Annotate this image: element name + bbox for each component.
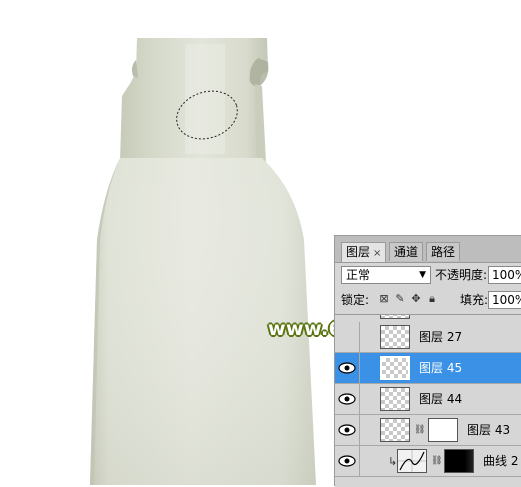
layer-row-43[interactable]: ⛓ 图层 43 [335,415,521,446]
layer-thumbnail [380,418,410,442]
eye-icon [338,362,356,374]
layer-thumbnail [380,356,410,380]
blend-mode-select[interactable]: 正常 ▼ [341,266,431,284]
tab-close-icon[interactable]: × [373,248,381,259]
visibility-toggle[interactable] [335,415,360,446]
eye-icon [338,455,356,467]
layer-name: 图层 27 [419,330,463,344]
layer-thumbnail [380,325,410,349]
visibility-toggle[interactable] [335,353,360,384]
opacity-label: 不透明度: [435,268,488,282]
layer-row-45[interactable]: 图层 45 [335,353,521,384]
eye-icon [338,424,356,436]
clipping-arrow-icon: ↳ [388,455,398,468]
visibility-toggle[interactable] [335,322,360,353]
curves-adjustment-icon[interactable] [397,449,427,473]
lock-label: 锁定: [341,293,370,307]
lock-transparent-icon[interactable]: ⊠ [378,293,390,305]
layer-thumbnail-partial [380,315,410,319]
layers-list: 图层 27 图层 45 图层 44 ⛓ 图层 43 ↳ ⛓ 曲线 2 [335,314,521,487]
tab-channels[interactable]: 通道 [389,242,424,261]
visibility-toggle[interactable] [335,384,360,415]
layer-thumbnail [380,387,410,411]
tab-paths[interactable]: 路径 [426,242,461,261]
layer-name: 曲线 2 [483,454,519,468]
layers-panel: 图层× 通道 路径 正常 ▼ 不透明度: 100% 锁定: ⊠ ✎ ✥ 🔒︎ 填… [334,235,521,487]
dropdown-arrow-icon: ▼ [419,270,426,280]
eye-icon [338,393,356,405]
curves-graph-icon [398,450,426,472]
fill-label: 填充: [460,293,489,307]
fill-input[interactable]: 100% [488,291,521,309]
tab-paths-label: 路径 [431,245,456,259]
lock-paint-brush-icon[interactable]: ✎ [394,293,406,305]
lock-all-padlock-icon[interactable]: 🔒︎ [426,293,438,305]
layer-mask-thumbnail[interactable] [444,449,474,473]
tab-layers-label: 图层 [346,245,371,259]
layer-mask-thumbnail[interactable] [428,418,458,442]
opacity-input[interactable]: 100% [488,266,521,284]
layer-name: 图层 45 [419,361,463,375]
bottle-neck [120,38,269,162]
chain-link-icon[interactable]: ⛓ [414,425,425,435]
layer-row-27[interactable]: 图层 27 [335,322,521,353]
tab-layers[interactable]: 图层 × [341,242,387,262]
layer-row-curves-2[interactable]: ↳ ⛓ 曲线 2 [335,446,521,477]
layer-row-44[interactable]: 图层 44 [335,384,521,415]
chain-link-icon[interactable]: ⛓ [431,456,442,466]
tab-channels-label: 通道 [394,245,419,259]
layer-name: 图层 43 [467,423,511,437]
panel-tabs: 图层 × 通道 路径 [335,236,521,263]
visibility-toggle[interactable] [335,446,360,477]
blend-mode-value: 正常 [346,268,371,282]
layer-name: 图层 44 [419,392,463,406]
lock-position-move-icon[interactable]: ✥ [410,293,422,305]
